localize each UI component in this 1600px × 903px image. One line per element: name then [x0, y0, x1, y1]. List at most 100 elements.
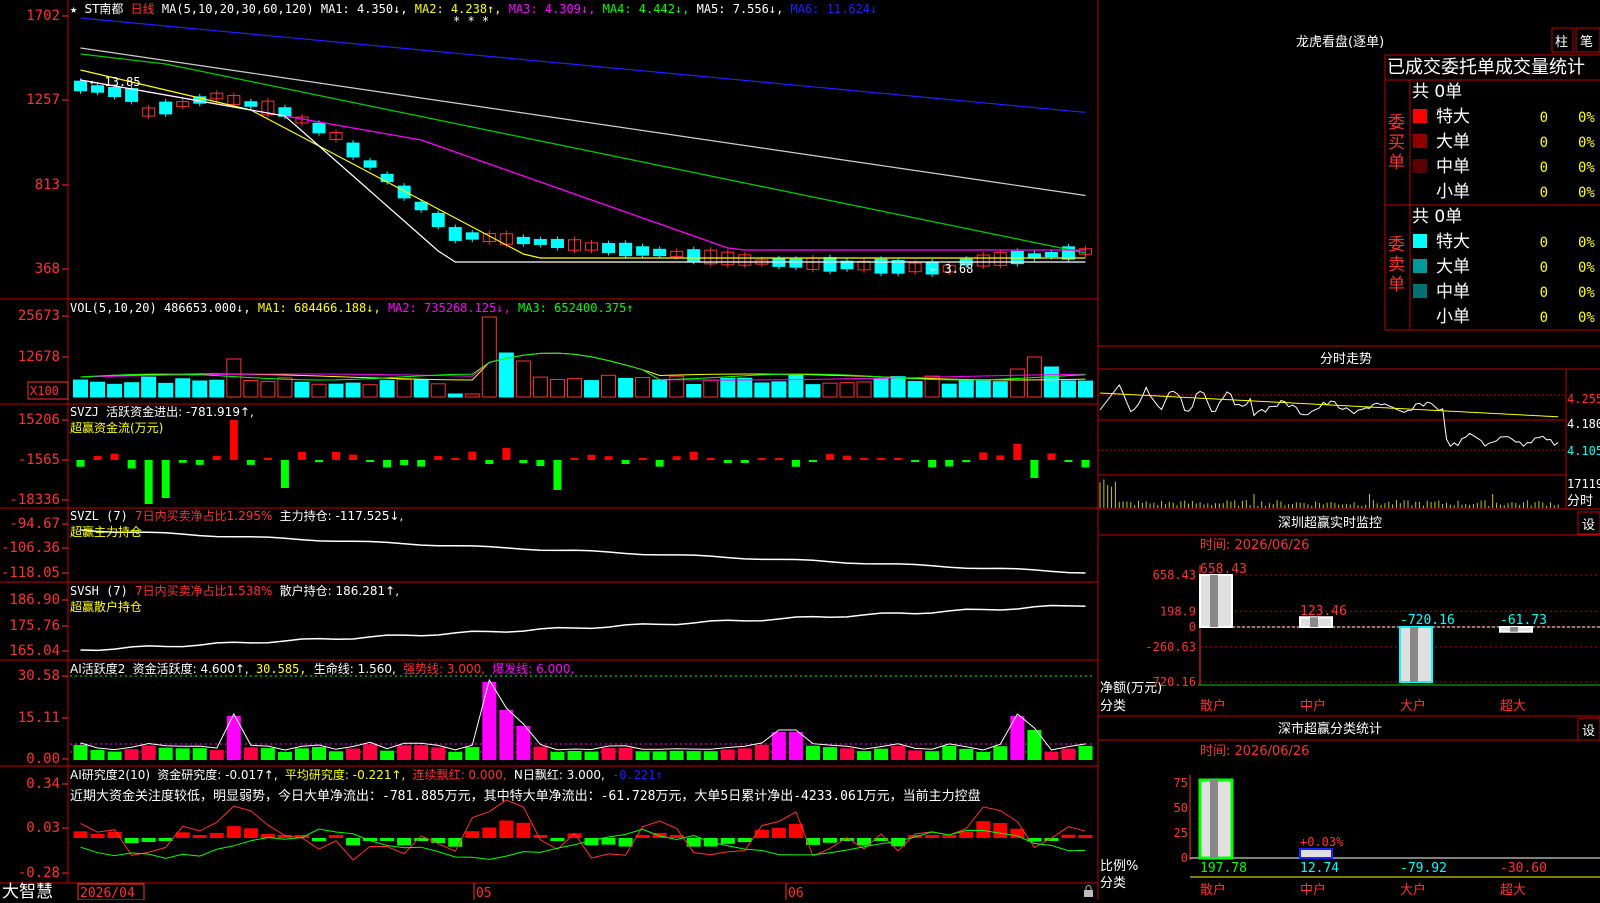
low-price-label: ← 3.68 [930, 262, 973, 276]
intraday-panel[interactable]: 分时走势 4.255 4.180 4.105 17119 分时 [1098, 345, 1600, 510]
sell-orders-char: 单 [1388, 275, 1405, 295]
buy_rows-label-3: 小单 [1436, 182, 1470, 202]
buy_rows-swatch-0 [1413, 109, 1427, 123]
candle [823, 257, 837, 272]
research-bar [90, 834, 105, 838]
ai2-bar [158, 747, 173, 760]
price-y-axis: 1702 1257 813 368 [26, 8, 68, 277]
volume-bar [549, 379, 565, 398]
bar-mode-label: 柱 [1555, 35, 1568, 50]
lock-icon[interactable] [1084, 885, 1093, 898]
svzl-panel[interactable]: -94.67 -106.36 -118.05 SVZL (7) 7日内买卖净占比1.… [1, 508, 1086, 581]
signal-marks: * * * [453, 14, 489, 28]
volume-bars [73, 316, 1093, 398]
volume-unit: X100 [30, 384, 59, 398]
svzj-bar [451, 458, 460, 460]
candle [244, 101, 258, 107]
sell_rows-pct-0: 0% [1578, 235, 1595, 251]
price-ytick-tick-1: 1257 [26, 92, 60, 108]
ai2-bar [363, 744, 378, 760]
monitor-panel[interactable]: 深圳超赢实时监控 设 时间: 2026/06/26 658.43 198.9 0 -2… [1098, 511, 1600, 714]
ai2-bar [567, 751, 582, 760]
research-bar [397, 838, 412, 846]
volume-bar [890, 376, 906, 398]
stats-bar-1 [1299, 848, 1333, 859]
vol-ytick-tick-1: 12678 [18, 349, 60, 365]
price-ytick-tick-3: 368 [35, 261, 60, 277]
research-commentary: 近期大资金关注度较低，明显弱势，今日大单净流出：-781.885万元，其中特大单… [70, 789, 981, 804]
ai2-bar [533, 746, 548, 760]
research-bar [73, 831, 88, 838]
svzj-bar [706, 458, 715, 460]
research-bar [226, 826, 241, 838]
sell-rows: 特大 0 0% 大单 0 0% 中单 0 0% 小单 0 0% [1413, 232, 1595, 327]
ai2-bar [874, 748, 889, 760]
ai2-bar [703, 751, 718, 760]
monitor-xlabel: 分类 [1100, 699, 1126, 714]
svzj-bar [400, 460, 409, 466]
svzj-bar [672, 456, 681, 460]
svzl-header: SVZL (7) 7日内买卖净占比1.295% 主力持仓: -117.525↓, [70, 508, 403, 523]
research-bar [771, 827, 786, 838]
volume-bar [1043, 366, 1059, 398]
monitor-bar-shade-0 [1210, 575, 1218, 627]
volume-bar [158, 382, 174, 398]
intraday-vol-label: 17119 [1567, 477, 1600, 491]
ai2-bar [499, 710, 514, 760]
sell-orders-char: 卖 [1388, 255, 1405, 275]
research-bar [754, 829, 769, 838]
stats-panel[interactable]: 深市超赢分类统计 设 时间: 2026/06/26 75 50 25 0 197.78 散… [1098, 715, 1600, 898]
monitor-bar-label-3: -61.73 [1500, 613, 1547, 628]
monitor-bar-label-1: 123.46 [1300, 604, 1347, 619]
ai2-bar [840, 748, 855, 760]
ai-activity-panel[interactable]: 30.58 15.11 0.00 AI活跃度2 资金活跃度: 4.600↑, 30.… [18, 661, 1094, 767]
research-bar [993, 822, 1008, 838]
ai2-bar [209, 750, 224, 760]
high-price-label: ← 13.85 [90, 75, 141, 89]
svzj-bar [1030, 460, 1039, 478]
research-bar [618, 838, 633, 847]
stats-category-0: 散户 [1200, 882, 1226, 898]
monitor-category-2: 大户 [1400, 698, 1426, 714]
candle [380, 173, 394, 183]
dragon-subtitle: 已成交委托单成交量统计 [1387, 57, 1585, 78]
svzj-bar [894, 458, 903, 460]
research-bar [209, 832, 224, 838]
stats-bar-value-3: -30.60 [1500, 861, 1547, 876]
date-label-1: 05 [476, 886, 492, 900]
intraday-lines [1099, 384, 1559, 508]
buy_rows-label-2: 中单 [1436, 157, 1470, 177]
volume-bar [447, 393, 463, 398]
research-bar [192, 835, 207, 838]
dragon-panel[interactable]: 龙虎看盘(逐单) 柱 笔 已成交委托单成交量统计 委买单 委卖单 共 0单 共 … [1296, 27, 1600, 331]
volume-bar [1060, 380, 1076, 398]
monitor-time: 时间: 2026/06/26 [1200, 538, 1309, 553]
volume-panel[interactable]: 25673 12678 X100 VOL(5,10,20) 486653.000↓… [18, 301, 1093, 400]
buy_rows-pct-0: 0% [1578, 110, 1595, 126]
volume-bar [260, 381, 276, 398]
stats-ytick-0: 75 [1174, 776, 1188, 790]
svzj-bar [843, 455, 852, 460]
svzj-panel[interactable]: 15206 -1565 -18336 SVZJ 活跃资金进出: -781.919↑,… [9, 404, 1090, 508]
research-bar [550, 838, 565, 841]
ai2-bar [908, 750, 923, 760]
svsh-panel[interactable]: 186.90 175.76 165.04 SVSH (7) 7日内买卖净占比1.53… [9, 583, 1086, 659]
buy_rows-pct-3: 0% [1578, 185, 1595, 201]
candle [346, 142, 360, 158]
monitor-ytick-2: 0 [1189, 620, 1196, 634]
chart-canvas[interactable]: 1702 1257 813 368 ← 13.85 ← 3.68 * * * ★ ST… [0, 0, 1600, 902]
svzl-ytick-tick-0: -94.67 [9, 516, 60, 532]
ai2-bar [788, 732, 803, 760]
ai2-bar [397, 745, 412, 760]
ai2-bar [431, 747, 446, 760]
ai2-bar [1078, 745, 1093, 760]
ai-research-y-axis: 0.34 0.03 -0.28 [18, 776, 68, 881]
volume-bar [294, 381, 310, 398]
period-label: 日线 [131, 2, 155, 16]
date-label-2: 06 [788, 886, 804, 900]
svzj-bar [655, 460, 664, 467]
price-panel[interactable]: 1702 1257 813 368 ← 13.85 ← 3.68 * * * ★ ST… [26, 1, 1092, 277]
ma-line-2 [80, 47, 1086, 197]
intraday-price-line [1099, 384, 1559, 447]
svzj-bar [195, 460, 204, 465]
